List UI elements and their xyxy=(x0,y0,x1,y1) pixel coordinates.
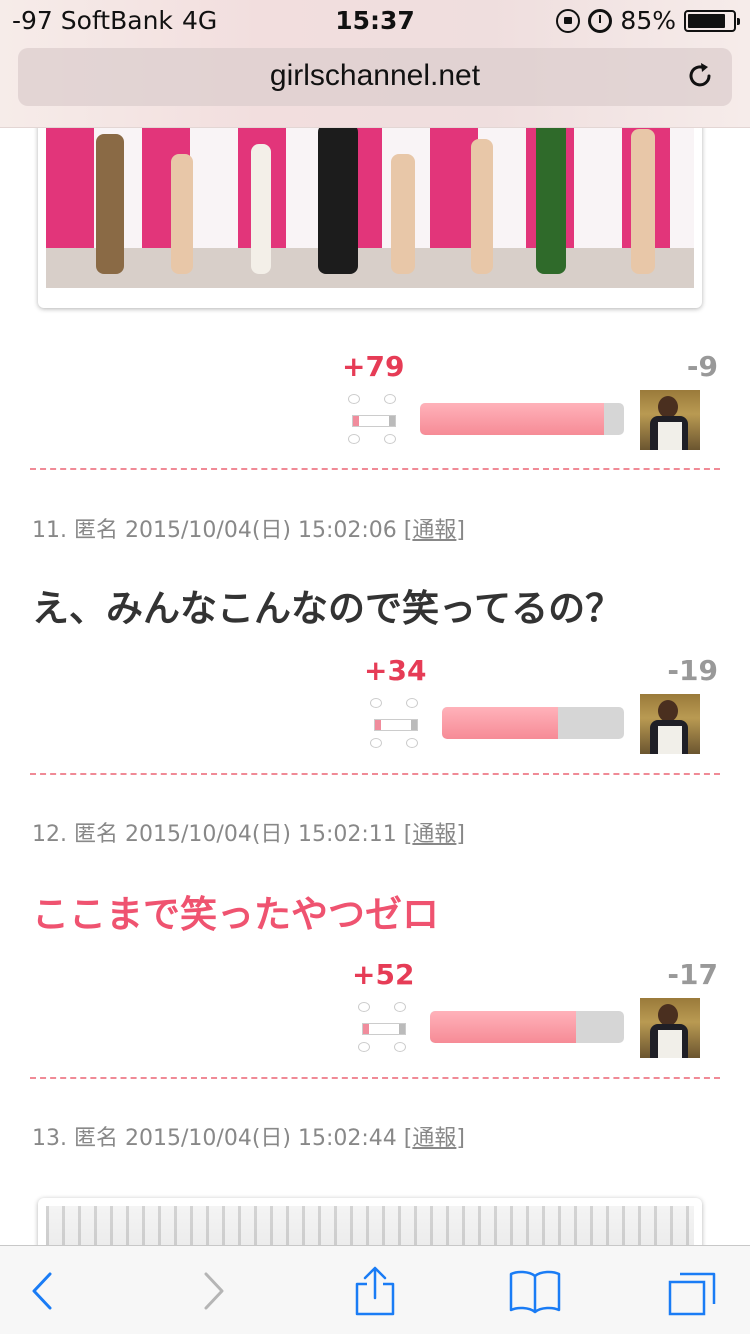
bookmarks-icon[interactable] xyxy=(507,1266,563,1316)
comment-author: 匿名 xyxy=(74,1126,119,1151)
photo-figure xyxy=(171,154,193,274)
comment-image-card[interactable] xyxy=(38,1198,702,1245)
comment-number: 11. xyxy=(32,518,67,543)
comment-datetime: 2015/10/04(日) 15:02:11 xyxy=(125,822,397,847)
comment-image-card[interactable] xyxy=(38,128,702,308)
vote-stamp-icon[interactable] xyxy=(348,394,400,446)
photo-figure xyxy=(391,154,415,274)
address-bar[interactable]: girlschannel.net xyxy=(18,48,732,106)
vote-ratio-bar xyxy=(420,403,624,435)
alarm-icon xyxy=(588,8,613,33)
photo-figure xyxy=(318,128,358,274)
minus-avatar[interactable] xyxy=(640,998,700,1058)
comment-divider xyxy=(30,1077,720,1079)
comment-datetime: 2015/10/04(日) 15:02:06 xyxy=(125,518,397,543)
comment-author: 匿名 xyxy=(74,822,119,847)
photo-figure xyxy=(631,129,655,274)
report-bracket: ] xyxy=(456,822,465,847)
plus-count[interactable]: +34 xyxy=(364,654,426,687)
comment-meta: 13. 匿名 2015/10/04(日) 15:02:44 [通報] xyxy=(32,1120,465,1152)
minus-avatar[interactable] xyxy=(640,694,700,754)
vote-stamp-icon[interactable] xyxy=(358,1002,410,1054)
minus-count[interactable]: -17 xyxy=(667,958,718,991)
minus-avatar[interactable] xyxy=(640,390,700,450)
minus-count[interactable]: -19 xyxy=(667,654,718,687)
report-bracket: ] xyxy=(456,1126,465,1151)
browser-toolbar xyxy=(0,1245,750,1334)
vote-row: +79 -9 xyxy=(0,350,750,460)
comment-author: 匿名 xyxy=(74,518,119,543)
photo-figure xyxy=(251,144,271,274)
reload-icon[interactable] xyxy=(684,60,716,92)
plus-count[interactable]: +79 xyxy=(342,350,404,383)
forward-icon[interactable] xyxy=(184,1266,240,1316)
photo-figure xyxy=(471,139,493,274)
vote-ratio-fill xyxy=(430,1011,576,1043)
plus-count[interactable]: +52 xyxy=(352,958,414,991)
report-link[interactable]: 通報 xyxy=(412,1126,456,1151)
back-icon[interactable] xyxy=(16,1266,72,1316)
url-text[interactable]: girlschannel.net xyxy=(18,59,732,93)
report-link[interactable]: 通報 xyxy=(412,518,456,543)
comment-divider xyxy=(30,468,720,470)
battery-icon xyxy=(684,9,740,32)
page-content[interactable]: +79 -9 11. 匿名 2015/10/04(日) 15:02:06 [通報… xyxy=(0,128,750,1245)
comment-text: え、みんなこんなので笑ってるの？ xyxy=(32,587,623,630)
vote-stamp-icon[interactable] xyxy=(370,698,422,750)
vote-ratio-fill xyxy=(420,403,604,435)
photo-floor xyxy=(46,248,694,288)
comment-datetime: 2015/10/04(日) 15:02:44 xyxy=(125,1126,397,1151)
comment-text: ここまで笑ったやつゼロ xyxy=(32,893,439,936)
battery-percent: 85% xyxy=(620,6,676,35)
comment-meta: 12. 匿名 2015/10/04(日) 15:02:11 [通報] xyxy=(32,816,465,848)
share-icon[interactable] xyxy=(347,1266,403,1316)
report-link[interactable]: 通報 xyxy=(412,822,456,847)
comment-divider xyxy=(30,773,720,775)
photo-figure xyxy=(536,128,566,274)
vote-row: +52 -17 xyxy=(0,958,750,1068)
minus-count[interactable]: -9 xyxy=(687,350,718,383)
photo-figure xyxy=(96,134,124,274)
vote-row: +34 -19 xyxy=(0,654,750,764)
comment-number: 13. xyxy=(32,1126,67,1151)
comment-meta: 11. 匿名 2015/10/04(日) 15:02:06 [通報] xyxy=(32,512,465,544)
vote-ratio-bar xyxy=(442,707,624,739)
vote-ratio-fill xyxy=(442,707,559,739)
comment-number: 12. xyxy=(32,822,67,847)
battery-level xyxy=(688,13,726,28)
tabs-icon[interactable] xyxy=(666,1266,722,1316)
comment-image[interactable] xyxy=(46,1206,694,1245)
comment-image[interactable] xyxy=(46,128,694,288)
browser-header: -97 SoftBank 4G 15:37 85% girlschannel.n… xyxy=(0,0,750,128)
status-indicators: 85% xyxy=(556,6,740,35)
report-bracket: ] xyxy=(456,518,465,543)
vote-ratio-bar xyxy=(430,1011,624,1043)
status-bar: -97 SoftBank 4G 15:37 85% xyxy=(0,0,750,42)
orientation-lock-icon xyxy=(556,8,581,33)
